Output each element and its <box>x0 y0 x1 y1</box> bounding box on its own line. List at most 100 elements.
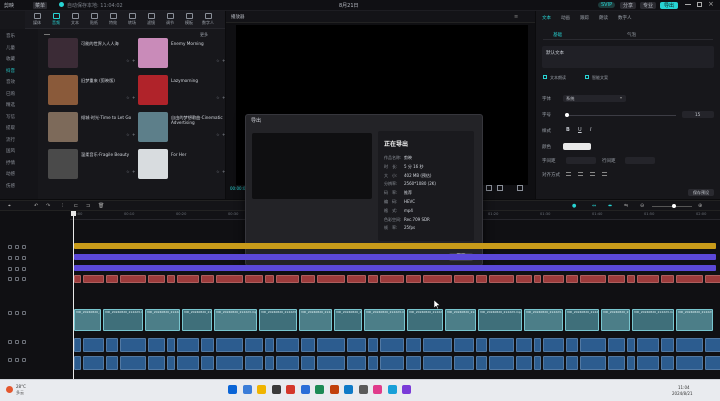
track-clip[interactable] <box>676 338 703 352</box>
toolbar-tab-3[interactable]: 贴纸 <box>86 13 102 26</box>
video-clip[interactable]: VID_20240820_212223.mp4 <box>214 309 257 331</box>
track-clip[interactable] <box>476 338 487 352</box>
track-clip[interactable] <box>201 275 214 283</box>
track-control-icon[interactable] <box>22 277 26 281</box>
taskbar-app-icon[interactable] <box>344 385 353 394</box>
split-icon[interactable]: ⫶ <box>62 203 63 209</box>
share-button[interactable]: 分享 <box>620 2 637 9</box>
taskbar-app-icon[interactable] <box>286 385 295 394</box>
track-clip[interactable] <box>489 356 514 370</box>
track-clip[interactable] <box>380 356 404 370</box>
video-clip[interactable]: VID_20240820_212223.mp4 <box>182 309 212 331</box>
letter-spacing-field[interactable] <box>566 157 596 164</box>
select-tool-icon[interactable]: ⌖ <box>8 203 11 209</box>
weather-icon[interactable] <box>6 386 13 393</box>
track-control-icon[interactable] <box>22 245 26 249</box>
track-control-icon[interactable] <box>15 245 19 249</box>
bold-icon[interactable]: B <box>566 127 570 133</box>
effect-track-controls[interactable] <box>8 255 48 260</box>
track-clip[interactable] <box>423 338 452 352</box>
track-clip[interactable] <box>201 338 214 352</box>
video-clip[interactable]: VID_20240820_212223.mp4 <box>478 309 522 331</box>
filter-icon[interactable] <box>44 32 50 35</box>
track-clip[interactable] <box>83 338 104 352</box>
track-clip[interactable] <box>406 356 421 370</box>
track-clip[interactable] <box>637 356 659 370</box>
read-aloud-checkbox[interactable] <box>543 75 547 79</box>
taskbar-app-icon[interactable] <box>228 385 237 394</box>
taskbar-app-icon[interactable] <box>300 385 310 394</box>
size-slider[interactable] <box>565 113 676 117</box>
minimize-icon[interactable] <box>685 4 691 5</box>
track-clip[interactable] <box>347 356 366 370</box>
track-clip[interactable] <box>216 356 243 370</box>
sidebar-item-11[interactable]: 抒情 <box>6 160 15 166</box>
music-card[interactable]: 旧梦重来 (剪映版) ☆ + <box>48 75 136 105</box>
align-left-icon[interactable] <box>566 172 571 176</box>
track-clip[interactable] <box>245 275 263 283</box>
effect-track[interactable] <box>74 254 716 260</box>
track-control-icon[interactable] <box>22 267 26 271</box>
text-track-controls[interactable] <box>8 244 48 249</box>
property-tab-1[interactable]: 动画 <box>561 15 570 21</box>
video-clip[interactable]: VID_20240820_212223.mp4 <box>74 309 101 331</box>
toolbar-tab-8[interactable]: 模板 <box>181 13 197 26</box>
track-control-icon[interactable] <box>15 311 19 315</box>
track-clip[interactable] <box>608 356 625 370</box>
video-clip[interactable]: VID_20240820_212223.mp4 <box>103 309 143 331</box>
toolbar-tab-4[interactable]: 特效 <box>105 13 121 26</box>
track-clip[interactable] <box>177 338 199 352</box>
toolbar-tab-0[interactable]: 媒体 <box>29 13 45 26</box>
size-slider-handle[interactable] <box>565 113 569 117</box>
track-clip[interactable] <box>265 275 274 283</box>
ratio-icon[interactable] <box>497 185 503 191</box>
track-clip[interactable] <box>74 275 81 283</box>
toolbar-tab-1[interactable]: 音频 <box>48 13 64 26</box>
main-video-track-controls[interactable] <box>8 310 48 315</box>
track-control-icon[interactable] <box>22 256 26 260</box>
track-clip[interactable] <box>74 356 81 370</box>
track-clip[interactable] <box>637 338 659 352</box>
close-icon[interactable]: × <box>708 0 714 8</box>
audio-track-1-controls[interactable] <box>8 339 48 344</box>
track-clip[interactable] <box>661 356 674 370</box>
track-clip[interactable] <box>301 356 315 370</box>
track-clip[interactable] <box>580 338 606 352</box>
track-clip[interactable] <box>120 338 146 352</box>
sticker-track-controls[interactable] <box>8 276 48 281</box>
track-clip[interactable] <box>74 338 81 352</box>
property-tab-0[interactable]: 文本 <box>542 15 551 21</box>
track-clip[interactable] <box>265 356 274 370</box>
track-clip[interactable] <box>301 275 315 283</box>
favorite-icon[interactable]: ☆ <box>216 132 220 137</box>
playhead[interactable] <box>71 211 76 379</box>
text-track[interactable] <box>74 243 716 249</box>
track-control-icon[interactable] <box>15 256 19 260</box>
track-clip[interactable] <box>368 356 378 370</box>
track-clip[interactable] <box>543 338 564 352</box>
track-control-icon[interactable] <box>8 358 12 362</box>
video-clip[interactable]: VID_20240820_212223.mp4 <box>145 309 180 331</box>
track-clip[interactable] <box>317 275 345 283</box>
sidebar-item-5[interactable]: 已购 <box>6 91 15 97</box>
track-clip[interactable] <box>580 356 606 370</box>
track-clip[interactable] <box>148 356 165 370</box>
video-clip[interactable]: VID_20240820_212223.mp4 <box>676 309 713 331</box>
track-clip[interactable] <box>406 275 421 283</box>
favorite-icon[interactable]: ☆ <box>126 95 130 100</box>
track-clip[interactable] <box>476 275 487 283</box>
add-icon[interactable]: + <box>132 95 135 100</box>
track-clip[interactable] <box>627 275 635 283</box>
toolbar-tab-7[interactable]: 调节 <box>162 13 178 26</box>
sidebar-item-3[interactable]: 抖音 <box>6 68 15 74</box>
toolbar-tab-6[interactable]: 滤镜 <box>143 13 159 26</box>
track-control-icon[interactable] <box>15 358 19 362</box>
track-clip[interactable] <box>423 356 452 370</box>
save-preset-button[interactable]: 保存预设 <box>688 189 714 196</box>
zoom-slider[interactable] <box>652 204 692 208</box>
track-clip[interactable] <box>380 338 404 352</box>
video-clip[interactable]: VID_20240820_212223.mp4 <box>364 309 405 331</box>
property-tab-3[interactable]: 朗读 <box>599 15 608 21</box>
track-clip[interactable] <box>637 275 659 283</box>
video-clip[interactable]: VID_20240820_212223.mp4 <box>299 309 332 331</box>
